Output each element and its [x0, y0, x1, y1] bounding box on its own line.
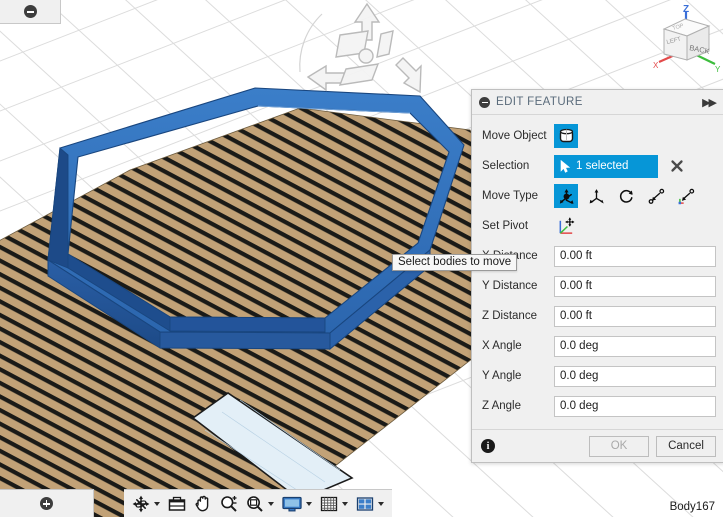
plus-circle-icon[interactable]	[40, 497, 53, 510]
label-set-pivot: Set Pivot	[482, 220, 529, 232]
zoom-magnifier-icon[interactable]	[216, 491, 242, 516]
z-distance-input[interactable]: 0.00 ft	[554, 305, 716, 327]
label-y-distance: Y Distance	[482, 280, 538, 292]
rotate-icon[interactable]	[614, 184, 638, 208]
translate-glyph	[589, 188, 604, 203]
translate-icon[interactable]	[584, 184, 608, 208]
look-at-icon[interactable]	[164, 491, 190, 516]
label-move-object: Move Object	[482, 130, 547, 142]
cancel-button[interactable]: Cancel	[656, 435, 716, 457]
zoom-glyph	[221, 495, 237, 512]
z-angle-input[interactable]: 0.0 deg	[554, 395, 716, 417]
display-settings-glyph	[282, 496, 302, 511]
point-to-position-icon[interactable]	[674, 184, 698, 208]
viewcube-axis-x-label: X	[653, 61, 659, 70]
chevron-down-icon[interactable]	[154, 501, 160, 506]
y-distance-input[interactable]: 0.00 ft	[554, 275, 716, 297]
row-y-distance: Y Distance 0.00 ft	[472, 271, 723, 301]
viewcube-axis-z-label: Z	[683, 4, 689, 15]
fusion-360-window: Z X Y BACK LEFT TOP Select bodies to mov…	[0, 0, 723, 517]
label-y-angle: Y Angle	[482, 370, 522, 382]
chevron-down-icon[interactable]	[342, 501, 348, 506]
browser-panel-header	[0, 0, 61, 24]
orbit-icon[interactable]	[128, 491, 164, 516]
point-to-position-glyph	[678, 188, 694, 204]
chevron-down-icon[interactable]	[378, 501, 384, 506]
row-move-type: Move Type	[472, 181, 723, 211]
label-x-angle: X Angle	[482, 340, 522, 352]
label-move-type: Move Type	[482, 190, 539, 202]
row-x-angle: X Angle 0.0 deg	[472, 331, 723, 361]
label-selection: Selection	[482, 160, 530, 172]
grid-snaps-icon[interactable]	[316, 491, 352, 516]
edit-feature-dialog[interactable]: EDIT FEATURE ▶▶ Move Object Selection 1 …	[471, 89, 723, 463]
selection-button[interactable]: 1 selected	[554, 154, 658, 178]
look-at-glyph	[168, 496, 186, 511]
selection-count-label: 1 selected	[576, 160, 629, 172]
dialog-footer: i OK Cancel	[472, 429, 723, 462]
row-z-angle: Z Angle 0.0 deg	[472, 391, 723, 421]
fit-glyph	[247, 495, 263, 512]
row-y-angle: Y Angle 0.0 deg	[472, 361, 723, 391]
browser-panel-footer	[0, 489, 94, 517]
body-name-label: Body167	[669, 501, 715, 513]
viewports-glyph	[356, 496, 374, 511]
y-angle-input[interactable]: 0.0 deg	[554, 365, 716, 387]
orbit-glyph	[132, 495, 150, 512]
pan-hand-icon[interactable]	[190, 491, 216, 516]
x-distance-input[interactable]: 0.00 ft	[554, 245, 716, 267]
row-z-distance: Z Distance 0.00 ft	[472, 301, 723, 331]
free-move-icon[interactable]	[554, 184, 578, 208]
display-settings-icon[interactable]	[278, 491, 316, 516]
tooltip-select-bodies: Select bodies to move	[392, 254, 518, 271]
pan-hand-glyph	[195, 495, 209, 511]
close-x-icon[interactable]	[670, 159, 684, 173]
double-chevron-right-icon[interactable]: ▶▶	[702, 96, 717, 109]
free-move-glyph	[559, 188, 574, 204]
viewcube-axis-y-label: Y	[715, 65, 721, 74]
dialog-header[interactable]: EDIT FEATURE ▶▶	[472, 90, 723, 115]
row-set-pivot: Set Pivot	[472, 211, 723, 241]
grid-snaps-glyph	[320, 496, 338, 511]
row-move-object: Move Object	[472, 121, 723, 151]
set-pivot-axes-icon[interactable]	[554, 214, 578, 238]
fit-magnifier-icon[interactable]	[242, 491, 278, 516]
x-angle-input[interactable]: 0.0 deg	[554, 335, 716, 357]
set-pivot-glyph	[559, 216, 574, 234]
point-to-point-glyph	[648, 188, 664, 204]
point-to-point-icon[interactable]	[644, 184, 668, 208]
chevron-down-icon[interactable]	[268, 501, 274, 506]
info-icon[interactable]: i	[481, 439, 495, 453]
viewports-icon[interactable]	[352, 491, 388, 516]
row-selection: Selection 1 selected	[472, 151, 723, 181]
label-z-angle: Z Angle	[482, 400, 521, 412]
navigation-toolbar	[124, 489, 392, 517]
chevron-down-icon[interactable]	[306, 501, 312, 506]
minus-circle-icon[interactable]	[479, 96, 490, 108]
ok-button[interactable]: OK	[589, 435, 649, 457]
dialog-title: EDIT FEATURE	[496, 96, 583, 108]
body-cylinder-icon[interactable]	[554, 124, 578, 148]
cursor-arrow-icon	[560, 159, 571, 173]
rotate-glyph	[619, 189, 633, 203]
label-z-distance: Z Distance	[482, 310, 537, 322]
body-cylinder-glyph	[559, 128, 573, 143]
dialog-body: Move Object Selection 1 selected Move Ty…	[472, 115, 723, 429]
minus-circle-icon[interactable]	[23, 5, 37, 18]
